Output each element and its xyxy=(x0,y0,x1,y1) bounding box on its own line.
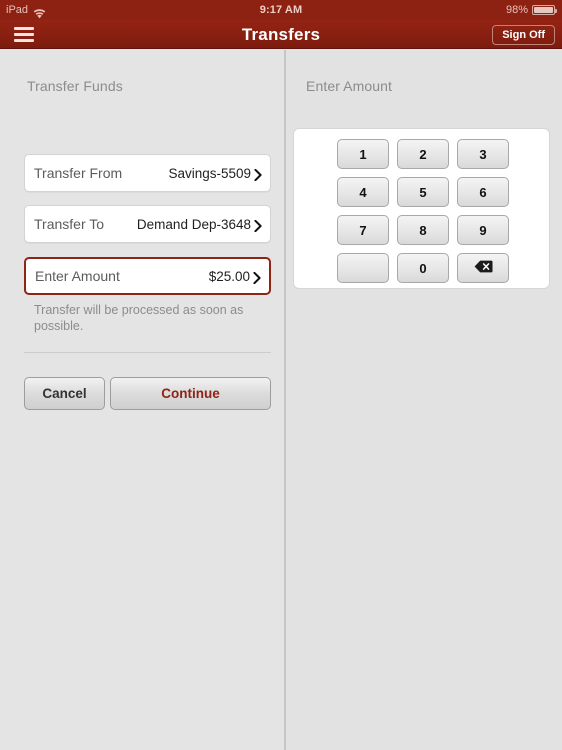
transfer-funds-heading: Transfer Funds xyxy=(27,78,123,94)
transfer-helper-text: Transfer will be processed as soon as po… xyxy=(34,303,244,333)
cancel-button[interactable]: Cancel xyxy=(24,377,105,410)
key-2[interactable]: 2 xyxy=(397,139,449,169)
form-divider xyxy=(24,352,271,353)
key-backspace[interactable] xyxy=(457,253,509,283)
key-6[interactable]: 6 xyxy=(457,177,509,207)
transfer-to-value: Demand Dep-3648 xyxy=(136,216,251,232)
transfers-screen: iPad 9:17 AM 98% Transfers Sign Off Tran… xyxy=(0,0,562,750)
key-1[interactable]: 1 xyxy=(337,139,389,169)
status-bar-right: 98% xyxy=(505,0,557,20)
key-5[interactable]: 5 xyxy=(397,177,449,207)
status-bar: iPad 9:17 AM 98% xyxy=(0,0,562,20)
content-area: Transfer Funds Transfer From Savings-550… xyxy=(0,50,562,750)
key-8[interactable]: 8 xyxy=(397,215,449,245)
navigation-bar: Transfers Sign Off xyxy=(0,20,562,49)
keypad-grid: 1 2 3 4 5 6 7 8 9 0 xyxy=(337,139,509,283)
battery-fill xyxy=(534,7,553,13)
backspace-icon xyxy=(474,260,493,276)
battery-percent-label: 98% xyxy=(505,4,528,16)
enter-amount-value: $25.00 xyxy=(208,268,250,284)
battery-icon xyxy=(532,5,557,15)
chevron-right-icon xyxy=(253,272,261,284)
chevron-right-icon xyxy=(254,220,262,232)
key-3[interactable]: 3 xyxy=(457,139,509,169)
transfer-to-label: Transfer To xyxy=(34,216,105,232)
enter-amount-heading: Enter Amount xyxy=(306,78,393,94)
key-4[interactable]: 4 xyxy=(337,177,389,207)
transfer-from-label: Transfer From xyxy=(34,165,123,181)
keypad-card: 1 2 3 4 5 6 7 8 9 0 xyxy=(293,128,550,289)
key-0[interactable]: 0 xyxy=(397,253,449,283)
enter-amount-label: Enter Amount xyxy=(35,268,120,284)
key-7[interactable]: 7 xyxy=(337,215,389,245)
transfer-form-pane: Transfer Funds Transfer From Savings-550… xyxy=(0,50,284,750)
continue-button[interactable]: Continue xyxy=(110,377,271,410)
page-title: Transfers xyxy=(241,25,321,44)
keypad-pane: Enter Amount 1 2 3 4 5 6 7 8 9 0 xyxy=(286,50,562,750)
status-time: 9:17 AM xyxy=(259,4,303,16)
enter-amount-row[interactable]: Enter Amount $25.00 xyxy=(24,257,271,295)
sign-off-button[interactable]: Sign Off xyxy=(492,25,555,45)
chevron-right-icon xyxy=(254,169,262,181)
transfer-to-row[interactable]: Transfer To Demand Dep-3648 xyxy=(24,205,271,243)
transfer-from-value: Savings-5509 xyxy=(168,165,251,181)
key-9[interactable]: 9 xyxy=(457,215,509,245)
transfer-from-row[interactable]: Transfer From Savings-5509 xyxy=(24,154,271,192)
key-blank xyxy=(337,253,389,283)
